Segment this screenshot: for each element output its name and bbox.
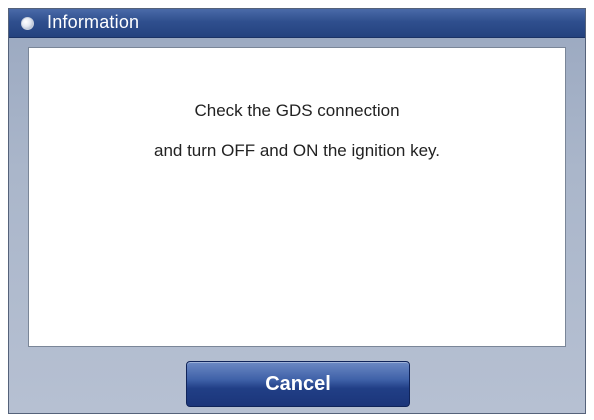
- message-line: Check the GDS connection: [194, 101, 400, 120]
- cancel-button[interactable]: Cancel: [186, 361, 410, 407]
- dialog-title: Information: [47, 12, 140, 32]
- message-line: and turn OFF and ON the ignition key.: [154, 141, 440, 160]
- message-panel: Check the GDS connection and turn OFF an…: [28, 47, 566, 347]
- bullet-icon: [21, 17, 34, 30]
- information-dialog: Information Check the GDS connection and…: [8, 8, 586, 414]
- dialog-titlebar: Information: [9, 9, 585, 38]
